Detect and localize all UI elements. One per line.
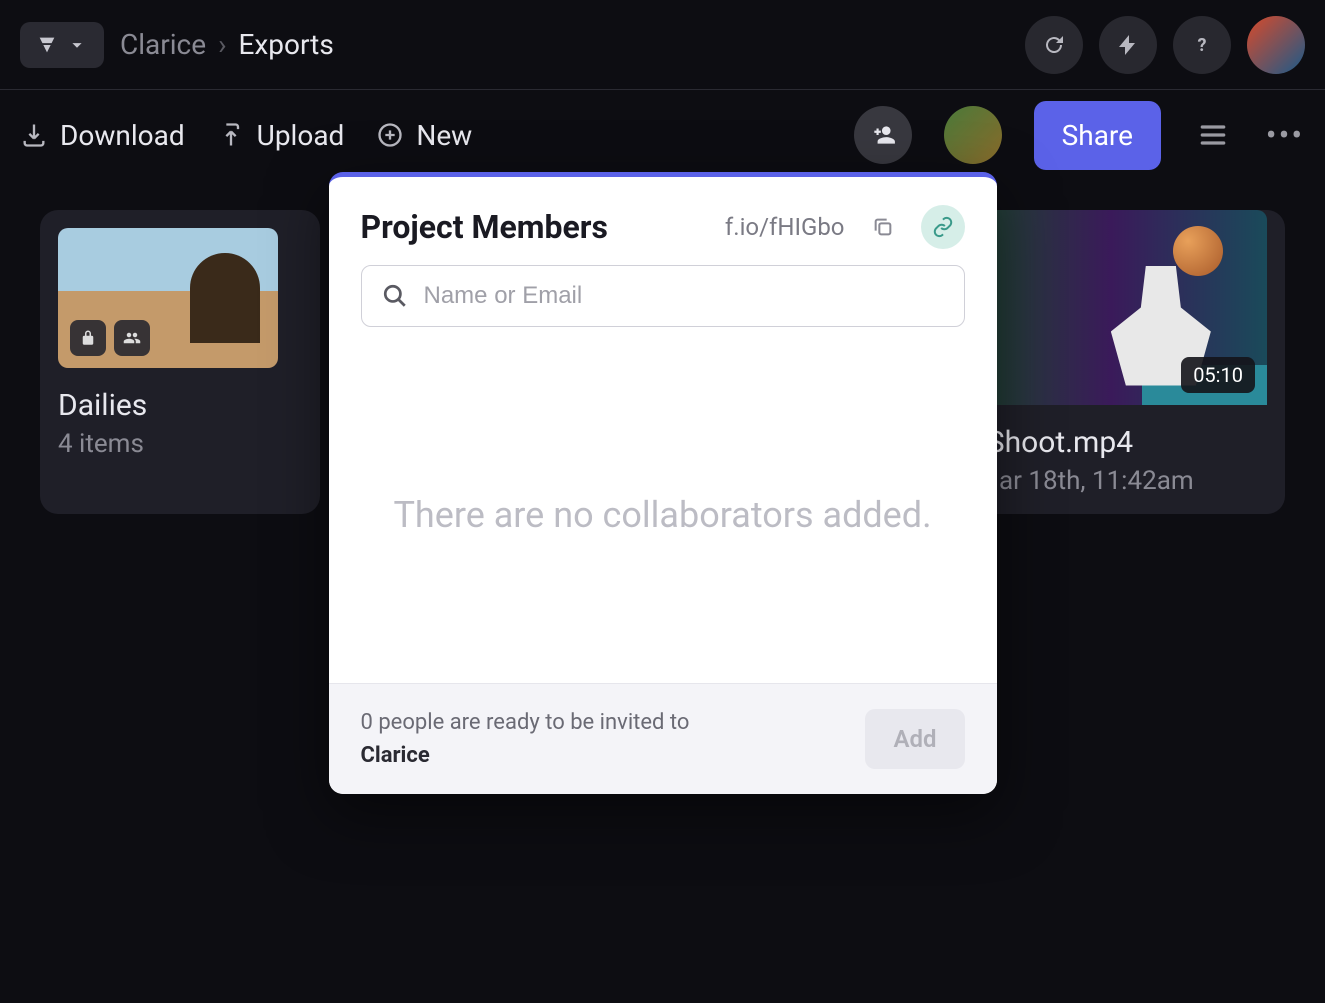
project-members-modal: Project Members f.io/fHIGbo There are no… — [329, 172, 997, 794]
top-header: Clarice › Exports ? — [0, 0, 1325, 90]
modal-title: Project Members — [361, 208, 709, 246]
folder-subtitle: 4 items — [58, 429, 302, 459]
video-meta: · Mar 18th, 11:42am — [955, 466, 1267, 496]
folder-thumbnail — [58, 228, 278, 368]
app-menu-button[interactable] — [20, 22, 104, 68]
video-title: a Shoot.mp4 — [955, 425, 1267, 460]
new-label: New — [416, 119, 472, 152]
new-button[interactable]: New — [376, 119, 472, 152]
list-view-button[interactable] — [1193, 119, 1233, 151]
add-user-icon — [870, 122, 896, 148]
help-button[interactable]: ? — [1173, 16, 1231, 74]
lock-icon — [79, 329, 97, 347]
people-icon — [123, 329, 141, 347]
download-button[interactable]: Download — [20, 119, 185, 152]
breadcrumb-parent[interactable]: Clarice — [120, 28, 206, 61]
app-logo-icon — [36, 34, 58, 56]
breadcrumb: Clarice › Exports — [120, 28, 334, 61]
more-icon: ••• — [1266, 116, 1304, 154]
refresh-button[interactable] — [1025, 16, 1083, 74]
lightning-icon — [1116, 33, 1140, 57]
toolbar: Download Upload New Share ••• — [0, 90, 1325, 180]
folder-card[interactable]: Dailies 4 items — [40, 210, 320, 514]
copy-link-button[interactable] — [861, 205, 905, 249]
activity-button[interactable] — [1099, 16, 1157, 74]
footer-text: 0 people are ready to be invited to Clar… — [361, 706, 846, 772]
add-label: Add — [893, 725, 936, 753]
shared-badge — [114, 320, 150, 356]
user-avatar[interactable] — [1247, 16, 1305, 74]
search-box[interactable] — [361, 265, 965, 327]
download-icon — [20, 121, 48, 149]
list-icon — [1197, 119, 1229, 151]
plus-circle-icon — [376, 121, 404, 149]
member-avatar[interactable] — [944, 106, 1002, 164]
video-thumbnail: 05:10 — [955, 210, 1267, 405]
footer-prefix: 0 people are ready to be invited to — [361, 710, 690, 735]
video-duration: 05:10 — [1181, 357, 1255, 393]
folder-title: Dailies — [58, 388, 302, 423]
upload-label: Upload — [257, 119, 345, 152]
link-icon — [931, 216, 955, 238]
footer-project: Clarice — [361, 743, 430, 768]
modal-header: Project Members f.io/fHIGbo — [329, 177, 997, 265]
share-button[interactable]: Share — [1034, 101, 1161, 170]
modal-footer: 0 people are ready to be invited to Clar… — [329, 683, 997, 794]
add-user-button[interactable] — [854, 106, 912, 164]
link-settings-button[interactable] — [921, 205, 965, 249]
private-badge — [70, 320, 106, 356]
search-icon — [382, 283, 408, 309]
refresh-icon — [1042, 33, 1066, 57]
add-button[interactable]: Add — [865, 709, 964, 769]
share-label: Share — [1062, 119, 1133, 152]
video-card[interactable]: 05:10 a Shoot.mp4 · Mar 18th, 11:42am — [955, 210, 1285, 514]
more-button[interactable]: ••• — [1265, 116, 1305, 154]
upload-button[interactable]: Upload — [217, 119, 345, 152]
chevron-down-icon — [66, 34, 88, 56]
chevron-right-icon: › — [218, 28, 226, 61]
svg-text:?: ? — [1198, 35, 1207, 56]
help-icon: ? — [1190, 33, 1214, 57]
upload-icon — [217, 121, 245, 149]
search-wrapper — [329, 265, 997, 347]
empty-state: There are no collaborators added. — [329, 347, 997, 683]
copy-icon — [871, 216, 895, 238]
download-label: Download — [60, 119, 185, 152]
breadcrumb-current[interactable]: Exports — [239, 28, 334, 61]
short-link[interactable]: f.io/fHIGbo — [725, 213, 845, 241]
search-input[interactable] — [424, 282, 944, 310]
